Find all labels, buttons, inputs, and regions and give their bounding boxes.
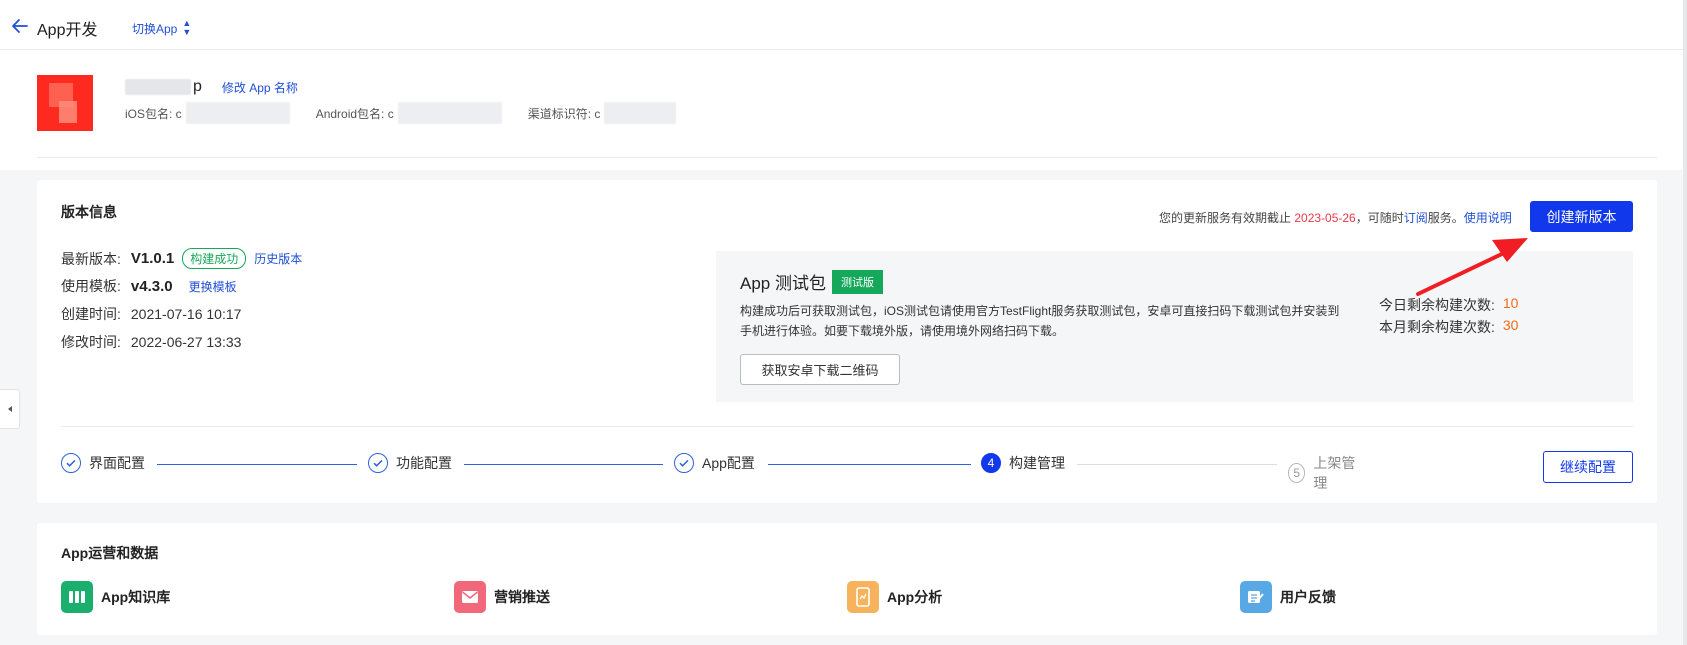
modified-time-value: 2022-06-27 13:33 [130, 334, 242, 350]
ios-package: iOS包名: c [125, 102, 290, 124]
service-notice: 您的更新服务有效期截止 2023-05-26，可随时订阅服务。使用说明 [1159, 211, 1512, 225]
sidebar-toggle[interactable] [0, 389, 20, 429]
section-divider [61, 426, 1633, 427]
config-steps: 界面配置 功能配置 App配置 4 构建管理 5 上架管理 [61, 453, 1361, 491]
step-publish-management[interactable]: 5 上架管理 [1288, 453, 1361, 493]
app-name: p [193, 78, 202, 95]
latest-version-row: 最新版本: V1.0.1 构建成功 历史版本 [61, 248, 303, 269]
app-analytics-item[interactable]: App分析 [847, 581, 942, 613]
check-icon [674, 453, 694, 473]
test-package-title: App 测试包 [740, 274, 826, 293]
history-versions-link[interactable]: 历史版本 [254, 250, 302, 267]
scrollbar-track[interactable] [1683, 0, 1687, 645]
month-build-count: 30 [1502, 317, 1519, 333]
template-row: 使用模板: v4.3.0 更换模板 [61, 277, 237, 295]
test-version-badge: 测试版 [831, 269, 883, 294]
step-number-4: 4 [981, 453, 1001, 473]
modified-time-row: 修改时间: 2022-06-27 13:33 [61, 334, 242, 350]
continue-config-button[interactable]: 继续配置 [1543, 451, 1633, 483]
top-bar: App开发 切换App ▲ ▼ [0, 0, 1683, 50]
today-build-quota: 今日剩余构建次数: 10 [1379, 295, 1519, 313]
sort-caret-icon: ▲ ▼ [182, 18, 192, 37]
envelope-icon [454, 581, 486, 613]
android-qr-button[interactable]: 获取安卓下载二维码 [740, 354, 900, 385]
latest-version-value: V1.0.1 [130, 250, 175, 267]
check-icon [61, 453, 81, 473]
build-status-badge: 构建成功 [182, 248, 247, 269]
edit-note-icon [1240, 581, 1272, 613]
created-time-value: 2021-07-16 10:17 [130, 306, 242, 322]
header-divider [37, 157, 1657, 158]
switch-app-label: 切换App [132, 21, 178, 36]
version-info-card: 版本信息 您的更新服务有效期截止 2023-05-26，可随时订阅服务。使用说明… [37, 180, 1657, 503]
app-name-masked [125, 79, 191, 95]
month-build-quota: 本月剩余构建次数: 30 [1379, 317, 1519, 335]
books-icon [61, 581, 93, 613]
test-package-description: 构建成功后可获取测试包，iOS测试包请使用官方TestFlight服务获取测试包… [740, 304, 1340, 338]
step-number-5: 5 [1288, 463, 1306, 483]
package-info-row: iOS包名: c Android包名: c 渠道标识符: c [125, 102, 702, 124]
caret-left-icon [6, 400, 14, 418]
test-package-title-row: App 测试包 测试版 [740, 269, 883, 294]
step-build-management[interactable]: 4 构建管理 [981, 453, 1065, 473]
app-header: p 修改 App 名称 iOS包名: c Android包名: c 渠道标识符:… [0, 50, 1683, 170]
created-time-row: 创建时间: 2021-07-16 10:17 [61, 306, 242, 322]
check-icon [368, 453, 388, 473]
ops-data-title: App运营和数据 [61, 545, 159, 561]
channel-id: 渠道标识符: c [528, 102, 677, 124]
usage-help-link[interactable]: 使用说明 [1464, 211, 1512, 225]
app-logo [37, 75, 93, 131]
today-build-count: 10 [1502, 295, 1519, 311]
android-package: Android包名: c [316, 102, 502, 124]
switch-app-button[interactable]: 切换App ▲ ▼ [132, 19, 191, 37]
marketing-push-item[interactable]: 营销推送 [454, 581, 550, 613]
app-name-row: p 修改 App 名称 [125, 78, 298, 96]
change-template-link[interactable]: 更换模板 [189, 278, 237, 295]
phone-chart-icon [847, 581, 879, 613]
knowledge-base-item[interactable]: App知识库 [61, 581, 170, 613]
step-connector [464, 464, 663, 465]
step-connector [768, 464, 971, 465]
arrow-left-icon[interactable] [10, 16, 30, 36]
step-feature-config[interactable]: 功能配置 [368, 453, 452, 473]
page-title: App开发 [37, 22, 98, 39]
version-info-title: 版本信息 [61, 204, 117, 220]
step-ui-config[interactable]: 界面配置 [61, 453, 145, 473]
user-feedback-item[interactable]: 用户反馈 [1240, 581, 1336, 613]
create-version-button[interactable]: 创建新版本 [1530, 201, 1633, 232]
subscribe-link[interactable]: 订阅 [1404, 211, 1428, 225]
rename-app-link[interactable]: 修改 App 名称 [222, 79, 298, 96]
step-app-config[interactable]: App配置 [674, 453, 755, 473]
expiry-date: 2023-05-26 [1294, 211, 1356, 225]
ops-data-card: App运营和数据 App知识库 营销推送 App分析 用户反馈 [37, 523, 1657, 635]
template-version-value: v4.3.0 [130, 277, 173, 295]
step-connector [157, 464, 357, 465]
step-connector [1077, 464, 1277, 465]
test-package-panel: App 测试包 测试版 构建成功后可获取测试包，iOS测试包请使用官方TestF… [716, 251, 1633, 402]
